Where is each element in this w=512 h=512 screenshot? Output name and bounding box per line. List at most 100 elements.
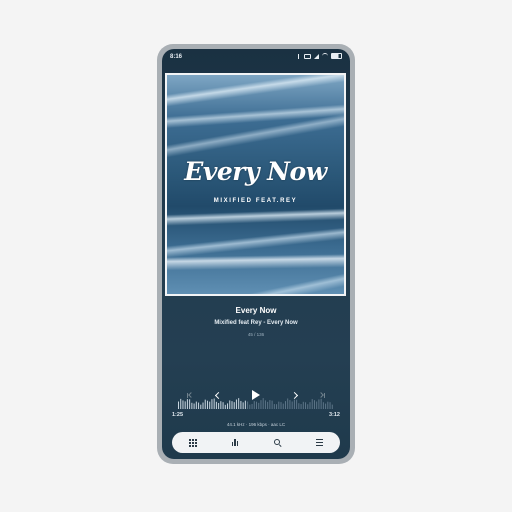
menu-button[interactable] [309,433,329,453]
waveform-bar [206,400,208,409]
waveform-bar [318,399,320,409]
elapsed-time: 1:25 [172,412,184,418]
library-button[interactable] [183,433,203,453]
album-art-artist: MIXIFIED FEAT.REY [213,198,298,204]
waveform-bar [240,400,242,409]
status-time: 8:16 [170,54,183,60]
waveform-bar [327,401,329,409]
track-title: Every Now [235,306,277,315]
waveform-bar [224,404,226,409]
waveform-bar [320,398,322,409]
waveform-bar [271,400,273,409]
waveform-bar [213,398,215,409]
waveform-bar [264,400,266,409]
waveform-bar [284,401,286,409]
waveform-bar [178,401,179,409]
waveform-bar [298,403,300,409]
waveform-bar [322,402,324,409]
equalizer-button[interactable] [225,433,245,453]
player-screen: 8:16 Every Now MIXIFIED FEAT.REY Every N… [162,49,350,459]
waveform-bar [184,401,186,409]
waveform-bar [238,398,240,409]
bottom-nav [172,432,340,453]
nfc-icon [304,53,311,59]
waveform-bar [193,403,195,409]
waveform-bar [300,404,302,409]
waveform-seekbar[interactable] [178,397,334,409]
waveform-bar [287,398,289,409]
equalizer-icon [231,439,239,446]
waveform-bar [251,403,253,409]
bluetooth-icon [298,53,301,59]
waveform-bar [189,399,191,409]
signal-icon [314,53,319,59]
track-position: 45 / 136 [247,332,265,337]
playback-controls [162,339,350,400]
waveform-bar [267,401,269,409]
waveform-bar [311,399,313,409]
waveform-bar [227,403,229,409]
waveform-bar [249,404,251,409]
waveform-bar [309,402,311,409]
waveform-bar [331,404,333,409]
waveform-bar [191,402,193,409]
waveform-bar [291,401,293,409]
waveform-bar [182,400,184,409]
waveform-bar [229,400,231,409]
waveform-bar [231,401,233,409]
waveform-bar [195,401,197,409]
waveform-bar [282,403,284,409]
waveform-bar [313,400,315,409]
waveform-bar [289,400,291,409]
battery-icon [331,53,342,59]
waveform-bar [222,402,224,409]
waveform-bar [198,402,200,409]
waveform-bar [329,402,331,409]
album-art[interactable]: Every Now MIXIFIED FEAT.REY [165,73,346,296]
waveform-bar [276,404,278,409]
waveform-bar [262,398,264,409]
waveform-bar [293,399,295,409]
waveform-bar [233,402,235,409]
track-subtitle: Mixified feat Rey - Every Now [214,320,298,326]
waveform-bar [258,402,260,409]
menu-icon [315,439,323,446]
waveform-bar [302,401,304,409]
waveform-bar [316,401,318,409]
waveform-bar [253,401,255,409]
wifi-icon [322,53,328,59]
waveform-bar [209,401,211,409]
audio-format: 44.1 kHz · 196 kbps · aac LC [226,422,286,427]
waveform-bar [305,402,307,409]
grid-icon [189,438,197,447]
waveform-bar [280,402,282,409]
waveform-bar [235,399,237,409]
waveform-bar [256,401,257,409]
album-art-title: Every Now [184,157,327,186]
total-duration: 3:12 [328,412,340,418]
search-icon [273,439,282,448]
waveform-bar [278,401,280,409]
waveform-bar [296,399,298,409]
waveform-bar [307,404,309,409]
waveform-bar [220,401,222,409]
search-button[interactable] [267,433,287,453]
phone-frame: 8:16 Every Now MIXIFIED FEAT.REY Every N… [157,44,355,464]
status-icons [298,53,342,59]
waveform-bar [218,402,220,409]
waveform-bar [204,399,206,409]
waveform-bar [211,399,213,409]
waveform-bar [202,402,204,409]
waveform-bar [200,404,202,409]
waveform-bar [260,400,262,409]
waveform-bar [269,400,271,409]
waveform-bar [180,398,182,409]
waveform-bar [273,404,275,409]
status-bar: 8:16 [162,49,350,65]
waveform-bar [186,399,188,409]
waveform-bar [247,401,249,409]
waveform-bar [244,400,246,409]
waveform-bar [215,401,217,409]
waveform-bar [242,402,244,409]
waveform-bar [325,403,327,409]
